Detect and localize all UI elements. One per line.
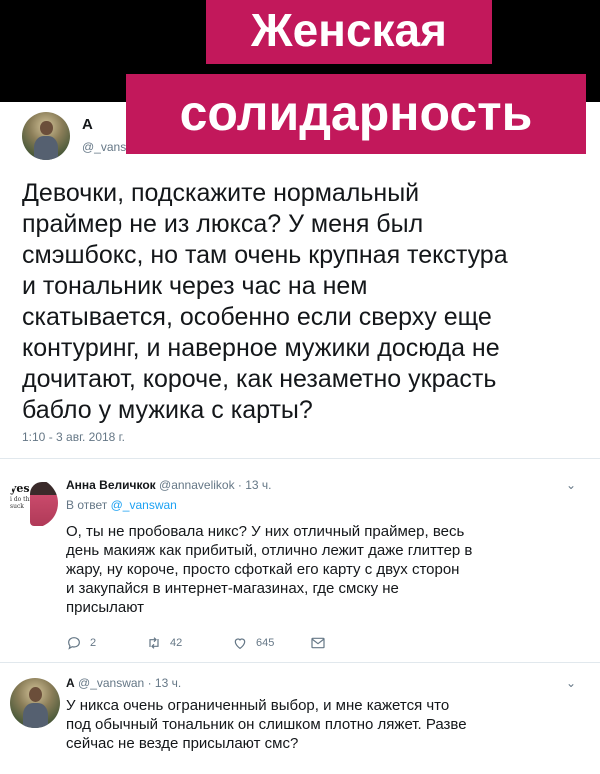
reply1-text-line: присылают: [66, 599, 145, 616]
reply-to-handle-link[interactable]: @_vanswan: [111, 498, 177, 512]
main-text-line: Девочки, подскажите нормальный: [22, 179, 420, 207]
avatar-head-shape: [40, 120, 53, 136]
main-text-line: дочитают, короче, как незаметно украсть: [22, 365, 497, 393]
reply2-text-line: под обычный тональник он слишком плотно …: [66, 716, 467, 733]
reply1-text-line: О, ты не пробовала никс? У них отличный …: [66, 523, 465, 540]
like-button[interactable]: 645: [232, 635, 274, 651]
chevron-down-icon[interactable]: ⌄: [566, 478, 576, 492]
main-text-line: и тональник через час на нем: [22, 272, 368, 300]
reply2-text: У никса очень ограниченный выбор, и мне …: [66, 696, 467, 753]
banner-title-line2: солидарность: [126, 74, 586, 154]
main-tweet-text: Девочки, подскажите нормальный праймер н…: [22, 178, 582, 426]
like-icon: [234, 638, 246, 650]
reply-button[interactable]: 2: [66, 635, 96, 651]
reply1-text-line: и закупайся в интернет-магазинах, где см…: [66, 580, 399, 597]
reply1-text-line: день макияж как прибитый, отлично лежит …: [66, 542, 473, 559]
reply2-avatar[interactable]: [10, 678, 60, 728]
reply1-author-name[interactable]: Анна Величкок: [66, 478, 156, 492]
reply1-time[interactable]: · 13 ч.: [238, 478, 272, 492]
main-timestamp[interactable]: 1:10 - 3 авг. 2018 г.: [22, 430, 125, 444]
avatar-head-shape: [29, 687, 42, 702]
retweet-count: 42: [170, 637, 183, 649]
main-author-name[interactable]: А: [82, 116, 93, 133]
reply1-reply-to: В ответ @_vanswan: [66, 498, 177, 512]
main-avatar[interactable]: [22, 112, 70, 160]
main-text-line: скатывается, особенно если сверху еще: [22, 303, 492, 331]
banner-title-line1: Женская: [206, 0, 492, 64]
reply2-author-handle[interactable]: @_vanswan: [78, 676, 144, 690]
avatar-figure-shape: [30, 482, 58, 526]
reply1-text-line: жару, ну короче, просто сфоткай его карт…: [66, 561, 460, 578]
reply2-author-name[interactable]: А: [66, 676, 75, 690]
avatar-body-shape: [22, 703, 48, 728]
retweet-button[interactable]: 42: [146, 635, 182, 651]
main-text-line: бабло у мужика с карты?: [22, 396, 313, 424]
reply1-avatar[interactable]: yes. i do think you suck: [8, 478, 58, 528]
reply1-author-handle[interactable]: @annavelikok: [159, 478, 235, 492]
main-text-line: праймер не из люкса? У меня был: [22, 210, 424, 238]
reply-count: 2: [90, 637, 97, 649]
like-count: 645: [256, 637, 275, 649]
main-text-line: смэшбокс, но там очень крупная текстура: [22, 241, 508, 269]
retweet-icon: [149, 637, 159, 649]
avatar-body-shape: [34, 136, 58, 160]
reply2-header: А @_vanswan · 13 ч.: [66, 676, 181, 690]
reply2-text-line: У никса очень ограниченный выбор, и мне …: [66, 697, 450, 714]
message-icon: [311, 637, 325, 649]
direct-message-button[interactable]: [310, 635, 326, 651]
main-author-handle[interactable]: @_vans: [82, 140, 126, 154]
reply1-text: О, ты не пробовала никс? У них отличный …: [66, 522, 472, 617]
reply-to-prefix: В ответ: [66, 498, 108, 512]
divider: [0, 458, 600, 459]
chevron-down-icon[interactable]: ⌄: [566, 676, 576, 690]
reply1-header: Анна Величкок @annavelikok · 13 ч.: [66, 478, 272, 492]
divider: [0, 662, 600, 663]
reply2-time[interactable]: · 13 ч.: [148, 676, 182, 690]
main-text-line: контуринг, и наверное мужики досюда не: [22, 334, 500, 362]
reply-icon: [68, 637, 80, 650]
reply2-text-line: сейчас не везде присылают смс?: [66, 735, 299, 752]
